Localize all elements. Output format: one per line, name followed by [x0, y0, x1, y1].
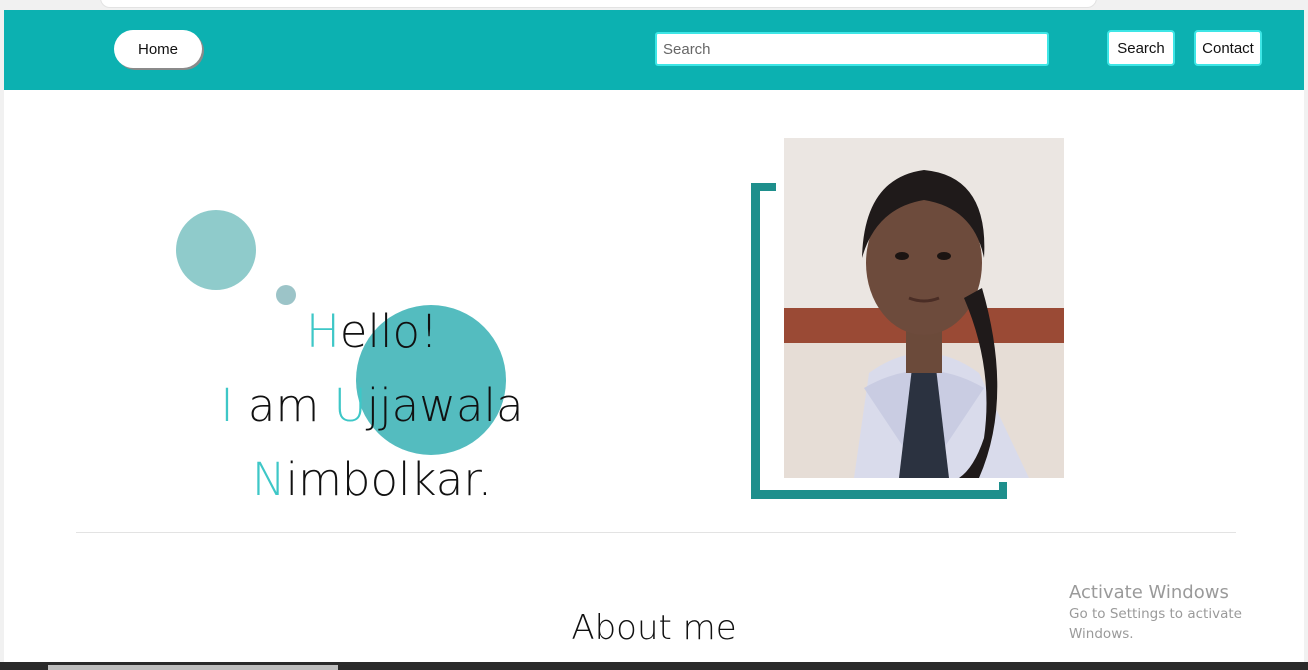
initial-u: U [333, 379, 367, 432]
hero-line-3: Nimbolkar. [172, 443, 572, 517]
navbar: Home Search Contact [4, 10, 1304, 90]
home-button[interactable]: Home [114, 30, 202, 68]
photo-frame-right-tab [999, 482, 1007, 499]
hero-line-2-text: jjawala [366, 379, 524, 432]
hero-line-2: I am Ujjawala [172, 369, 572, 443]
hero-greeting: Hello! I am Ujjawala Nimbolkar. [172, 295, 572, 517]
search-input[interactable] [655, 32, 1049, 66]
photo-frame-top-tab [751, 183, 776, 191]
profile-photo [784, 138, 1064, 478]
browser-top-strip [100, 0, 1097, 8]
initial-n: N [251, 453, 286, 506]
taskbar-strip [0, 662, 1308, 670]
initial-i: I [220, 379, 234, 432]
hero-line-1: Hello! [172, 295, 572, 369]
activate-windows-watermark: Activate Windows Go to Settings to activ… [1069, 582, 1308, 644]
initial-h: H [305, 305, 340, 358]
profile-photo-illustration [784, 138, 1064, 478]
search-button[interactable]: Search [1107, 30, 1175, 66]
hero-line-2-am: am [233, 379, 334, 432]
watermark-subtitle: Go to Settings to activate Windows. [1069, 606, 1242, 642]
watermark-title: Activate Windows [1069, 582, 1229, 603]
contact-button[interactable]: Contact [1194, 30, 1262, 66]
page: Home Search Contact Hello! I am Ujjawala… [4, 10, 1304, 662]
hero-line-1-text: ello! [339, 305, 439, 358]
section-divider [76, 532, 1236, 533]
decor-circle-large [176, 210, 256, 290]
hero-line-3-text: imbolkar. [285, 453, 493, 506]
